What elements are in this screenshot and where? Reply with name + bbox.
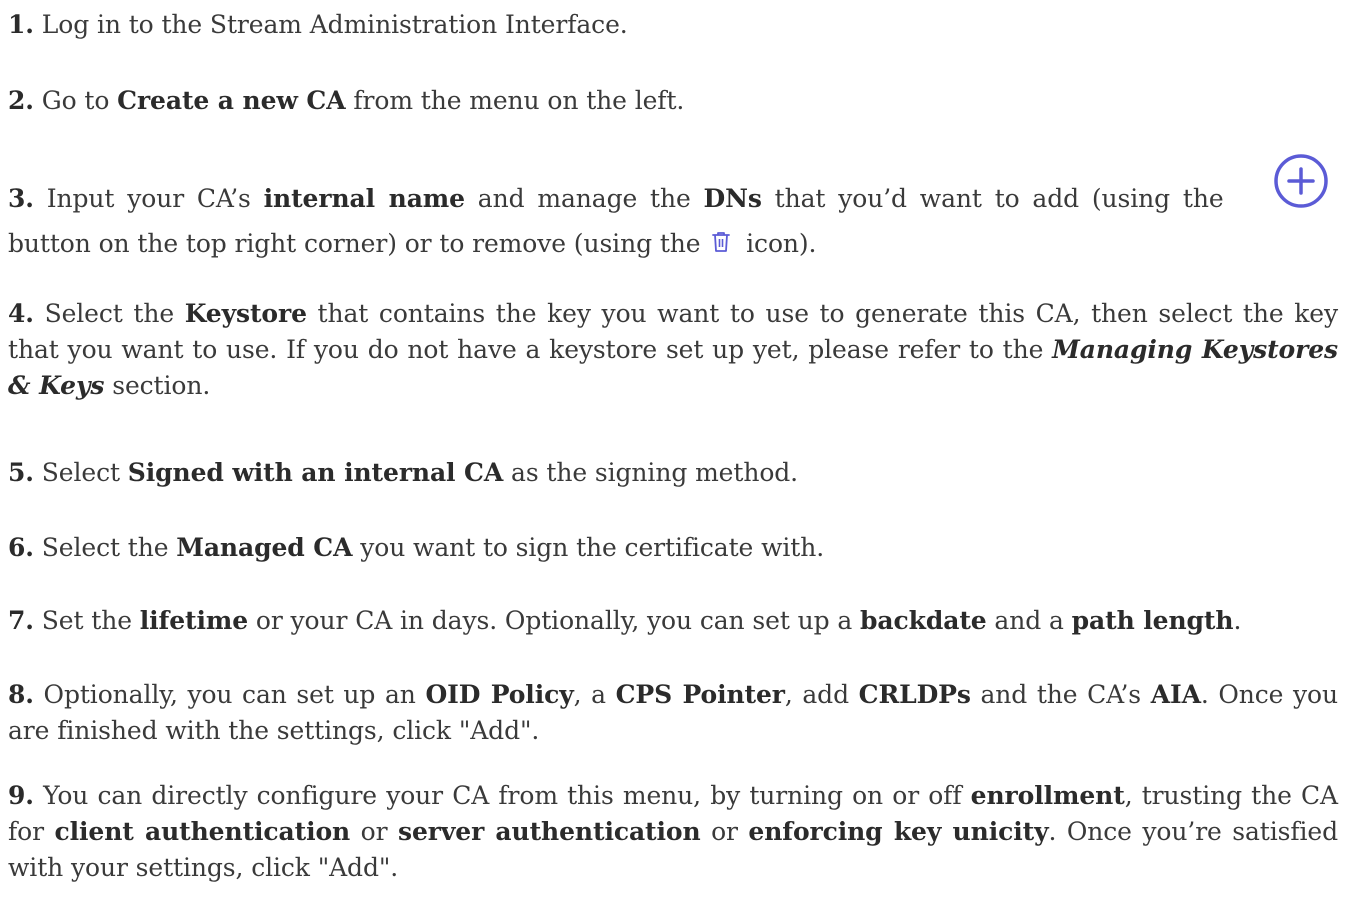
step-5: 5. Select Signed with an internal CA as … bbox=[8, 458, 799, 487]
step-number: 7. bbox=[8, 606, 34, 635]
step-number: 6. bbox=[8, 533, 34, 562]
step-3-line-2: button on the top right corner) or to re… bbox=[8, 226, 1338, 264]
menu-item-name: Create a new CA bbox=[117, 86, 346, 115]
step-text: Log in to the Stream Administration Inte… bbox=[33, 10, 628, 39]
step-number: 3. bbox=[8, 184, 34, 213]
step-number: 2. bbox=[8, 86, 34, 115]
step-number: 5. bbox=[8, 458, 34, 487]
document: 1. Log in to the Stream Administration I… bbox=[0, 0, 1354, 910]
step-number: 9. bbox=[8, 781, 34, 810]
step-8: 8. Optionally, you can set up an OID Pol… bbox=[8, 680, 1339, 745]
step-1: 1. Log in to the Stream Administration I… bbox=[8, 7, 1338, 43]
plus-circle-icon bbox=[1273, 153, 1329, 213]
step-number: 1. bbox=[8, 10, 34, 39]
step-number: 8. bbox=[8, 680, 34, 709]
step-9: 9. You can directly configure your CA fr… bbox=[8, 781, 1339, 882]
trash-icon bbox=[710, 228, 732, 264]
step-4: 4. Select the Keystore that contains the… bbox=[8, 299, 1339, 400]
step-7: 7. Set the lifetime or your CA in days. … bbox=[8, 606, 1242, 635]
step-number: 4. bbox=[8, 299, 34, 328]
step-6: 6. Select the Managed CA you want to sig… bbox=[8, 533, 825, 562]
step-2: 2. Go to Create a new CA from the menu o… bbox=[8, 86, 685, 115]
step-3: 3. Input your CA’s internal name and man… bbox=[8, 184, 1224, 213]
